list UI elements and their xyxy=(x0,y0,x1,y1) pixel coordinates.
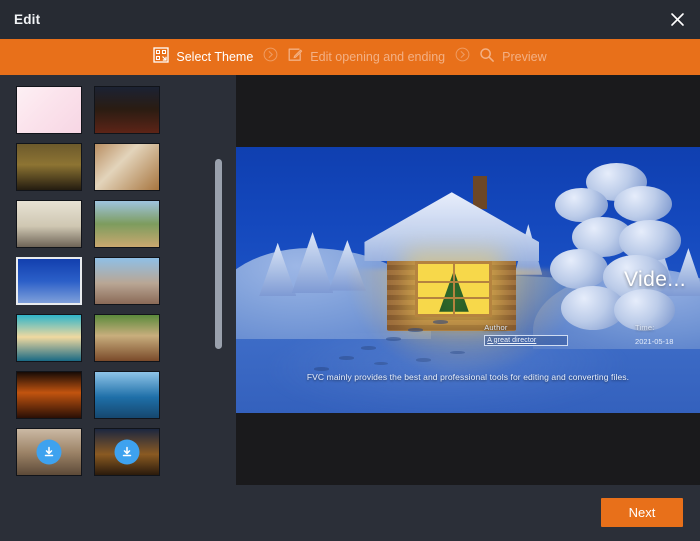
download-theme-button[interactable] xyxy=(114,439,140,465)
theme-preview-image[interactable]: Vide... Author A great director Time: 20… xyxy=(236,147,700,413)
preview-time-value: 2021-05-18 xyxy=(635,336,674,346)
theme-thumbnail-image xyxy=(17,144,81,190)
theme-thumbnail-image xyxy=(95,201,159,247)
theme-thumbnail-image xyxy=(95,144,159,190)
candles-feast-theme[interactable] xyxy=(94,86,160,134)
step-bar: Select Theme Edit opening and ending Pre… xyxy=(0,39,700,75)
edit-pencil-icon xyxy=(287,47,303,68)
theme-list-sidebar xyxy=(0,75,236,485)
snow-cabin-theme[interactable] xyxy=(16,257,82,305)
preview-author-value: A great director xyxy=(487,336,537,344)
eiffel-tower-theme[interactable] xyxy=(16,200,82,248)
motocross-theme[interactable] xyxy=(94,200,160,248)
surf-wave-theme[interactable] xyxy=(94,371,160,419)
theme-thumbnail-image xyxy=(95,315,159,361)
theme-thumbnail-image xyxy=(95,372,159,418)
interior-room-theme[interactable] xyxy=(16,428,82,476)
download-theme-button[interactable] xyxy=(36,439,62,465)
pagoda-mount-fuji-theme[interactable] xyxy=(94,257,160,305)
lake-sunset-theme[interactable] xyxy=(16,314,82,362)
theme-thumbnail-image xyxy=(95,87,159,133)
vintage-paper-theme[interactable] xyxy=(94,143,160,191)
next-button[interactable]: Next xyxy=(601,498,683,527)
step-separator-2 xyxy=(445,39,479,75)
preview-cabin-window xyxy=(414,261,492,317)
step-edit-opening-ending[interactable]: Edit opening and ending xyxy=(287,47,445,68)
preview-time-label: Time: xyxy=(635,322,655,332)
chevron-right-circle-icon xyxy=(455,47,470,67)
step-select-theme[interactable]: Select Theme xyxy=(153,46,254,68)
theme-thumbnail-image xyxy=(18,259,80,303)
close-icon xyxy=(670,12,685,27)
chevron-right-circle-icon xyxy=(263,47,278,67)
edit-window: Edit Select Theme Edit opening and endin… xyxy=(0,0,700,541)
step-edit-opening-ending-label: Edit opening and ending xyxy=(310,49,446,64)
title-bar: Edit xyxy=(0,0,700,39)
step-select-theme-label: Select Theme xyxy=(176,49,254,64)
theme-thumbnail-image xyxy=(17,372,81,418)
preview-cabin-chimney xyxy=(473,175,487,209)
footer-bar: Next xyxy=(0,485,700,541)
theme-thumbnail-grid xyxy=(0,75,220,476)
preview-title-text: Vide... xyxy=(624,268,686,291)
step-preview-label: Preview xyxy=(502,49,547,64)
preview-pane: Vide... Author A great director Time: 20… xyxy=(236,75,700,485)
halloween-pumpkins-theme[interactable] xyxy=(16,371,82,419)
horse-racing-theme[interactable] xyxy=(94,314,160,362)
theme-thumbnail-image xyxy=(17,87,81,133)
download-icon xyxy=(122,446,132,457)
preview-cabin-roof xyxy=(364,192,540,262)
preview-author-input[interactable]: A great director xyxy=(484,334,569,346)
theme-list-scrollbar-thumb[interactable] xyxy=(215,159,222,349)
theme-thumbnail-image xyxy=(95,258,159,304)
preview-cabin xyxy=(364,175,540,331)
step-separator-1 xyxy=(253,39,287,75)
window-title: Edit xyxy=(14,12,41,27)
autumn-blur-theme[interactable] xyxy=(94,428,160,476)
preview-description-text: FVC mainly provides the best and profess… xyxy=(306,371,630,382)
step-preview[interactable]: Preview xyxy=(479,47,547,68)
search-icon xyxy=(479,47,495,68)
theme-grid-icon xyxy=(153,46,170,68)
cupcake-theme[interactable] xyxy=(16,86,82,134)
download-icon xyxy=(44,446,54,457)
theme-thumbnail-image xyxy=(17,315,81,361)
preview-time-block: Time: 2021-05-18 xyxy=(635,323,673,346)
theme-thumbnail-image xyxy=(17,201,81,247)
close-button[interactable] xyxy=(654,0,700,39)
silhouette-sunset-theme[interactable] xyxy=(16,143,82,191)
